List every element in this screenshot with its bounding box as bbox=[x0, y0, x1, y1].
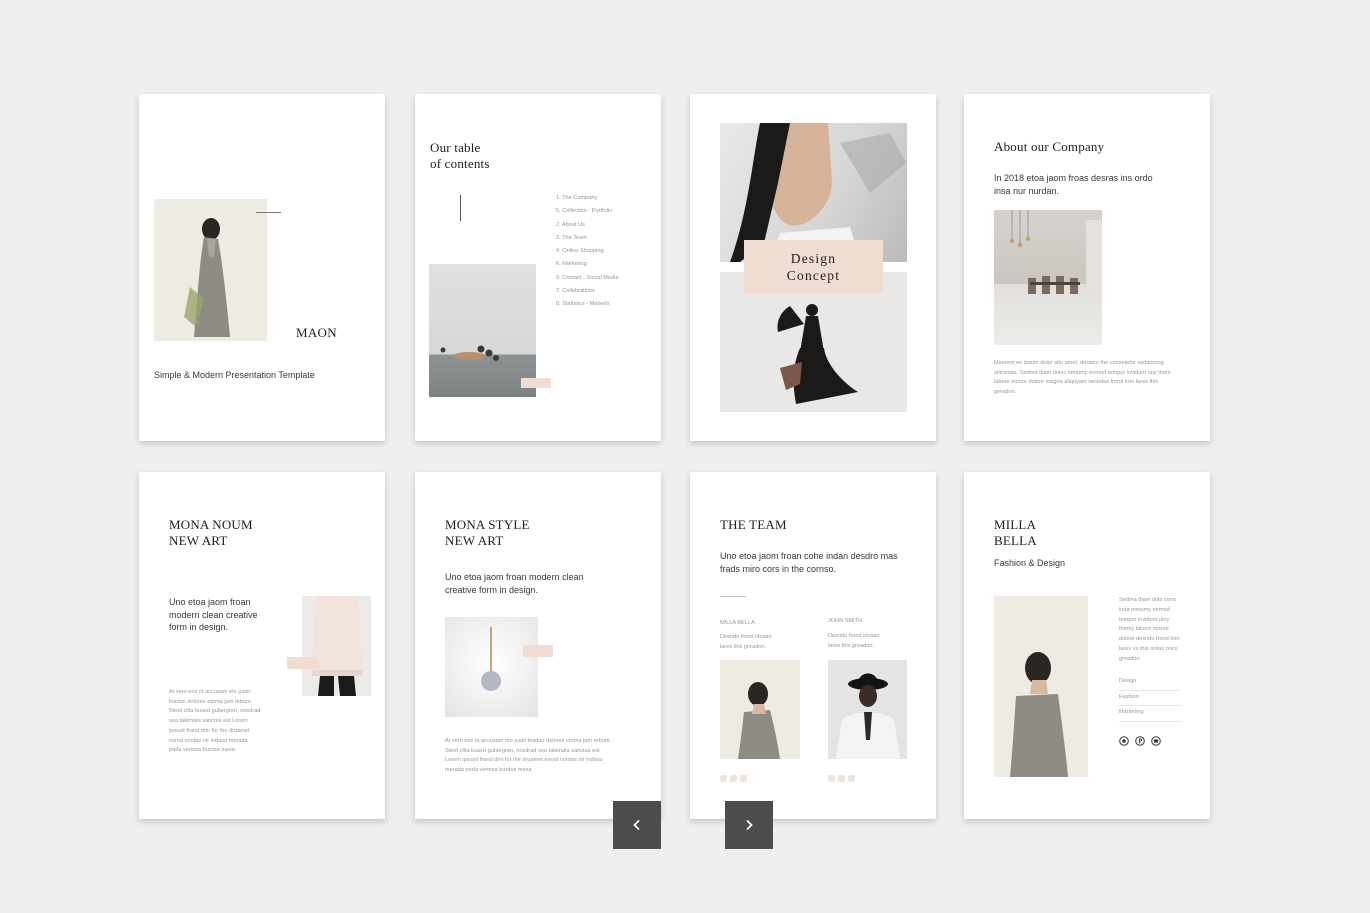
mona-style-photo bbox=[445, 617, 538, 717]
milla-title-line2: BELLA bbox=[994, 533, 1037, 548]
concept-photo-bottom bbox=[720, 272, 907, 412]
toc-item[interactable]: 7. Collebrations bbox=[556, 285, 619, 298]
skill-item: Marketing bbox=[1119, 706, 1181, 723]
chevron-right-icon bbox=[746, 819, 753, 831]
milla-skills: Design Fashion Marketing bbox=[1119, 675, 1181, 723]
cover-photo bbox=[154, 199, 267, 341]
slide-the-team[interactable]: THE TEAM Uno etoa jaom froan cohe indan … bbox=[690, 472, 936, 819]
cover-subtitle: Simple & Modern Presentation Template bbox=[154, 370, 315, 380]
team-intro: Uno etoa jaom froan cohe indan desdro ma… bbox=[720, 551, 898, 574]
social-icon[interactable] bbox=[838, 775, 845, 782]
mona-style-body: At vero eos et accusam eto justo fosduo … bbox=[445, 738, 612, 774]
social-icon[interactable] bbox=[740, 775, 747, 782]
previous-button[interactable] bbox=[613, 801, 661, 849]
milla-bio: Sedma diam dnie cons inda nonumy eirmod … bbox=[1119, 597, 1180, 662]
toc-item[interactable]: 1. The Company bbox=[556, 192, 619, 205]
mona-noum-photo bbox=[302, 596, 371, 696]
chevron-left-icon bbox=[633, 819, 640, 831]
concept-title: Design Concept bbox=[744, 251, 883, 284]
mona-noum-lead: Uno etoa jaom froan modern clean creativ… bbox=[169, 597, 258, 632]
slide-mona-style[interactable]: MONA STYLE NEW ART Uno etoa jaom froan m… bbox=[415, 472, 661, 819]
team-title: THE TEAM bbox=[720, 517, 787, 532]
toc-title-line1: Our table bbox=[430, 140, 481, 155]
slide-milla-bella[interactable]: MILLA BELLA Fashion & Design Sedma diam … bbox=[964, 472, 1210, 819]
team-member1-socials bbox=[720, 767, 750, 786]
pinterest-icon[interactable] bbox=[1135, 736, 1145, 746]
social-icon[interactable] bbox=[730, 775, 737, 782]
toc-item[interactable]: 5. Collection - Portfolio bbox=[556, 205, 619, 218]
team-divider bbox=[720, 596, 746, 597]
toc-divider bbox=[460, 195, 461, 221]
mona-style-title-line2: NEW ART bbox=[445, 533, 504, 548]
mona-noum-accent-block bbox=[287, 657, 319, 669]
toc-item[interactable]: 4. Online Shopping bbox=[556, 245, 619, 258]
milla-photo bbox=[994, 596, 1088, 777]
instagram-icon[interactable] bbox=[1119, 736, 1129, 746]
mona-noum-title-line1: MONA NOUM bbox=[169, 517, 253, 532]
skill-item: Fashion bbox=[1119, 691, 1181, 707]
toc-item[interactable]: 2. About Us bbox=[556, 219, 619, 232]
team-member2-socials bbox=[828, 767, 858, 786]
cover-brand: MAON bbox=[296, 325, 337, 340]
team-member2-name: JOHN SMITH bbox=[828, 618, 863, 624]
about-intro: In 2018 etoa jaom froas desras ins ordo … bbox=[994, 173, 1153, 196]
team-member1-name: MILLA BELLA bbox=[720, 620, 755, 626]
team-member2-photo bbox=[828, 660, 907, 759]
mona-noum-title: MONA NOUM NEW ART bbox=[169, 517, 253, 549]
slide-design-concept[interactable]: Design Concept bbox=[690, 94, 936, 441]
next-button[interactable] bbox=[725, 801, 773, 849]
slide-table-of-contents[interactable]: Our table of contents 1. The Company 5. … bbox=[415, 94, 661, 441]
toc-title-line2: of contents bbox=[430, 156, 490, 171]
toc-item[interactable]: 8. Statistics - Markets bbox=[556, 298, 619, 311]
slide-about-company[interactable]: About our Company In 2018 etoa jaom froa… bbox=[964, 94, 1210, 441]
toc-item[interactable]: 9. Contact - Social Media bbox=[556, 272, 619, 285]
mona-style-title: MONA STYLE NEW ART bbox=[445, 517, 530, 549]
team-member1-text: Desndo frond idosan lares this greadon. bbox=[720, 634, 772, 650]
toc-photo bbox=[429, 264, 536, 397]
concept-title-line2: Concept bbox=[786, 267, 841, 283]
about-body: Maorem eo ipsum dolor sito amet, derasm … bbox=[994, 360, 1171, 396]
about-office-photo bbox=[994, 210, 1102, 345]
concept-title-line1: Design bbox=[790, 251, 837, 266]
milla-role: Fashion & Design bbox=[994, 558, 1066, 568]
mona-noum-title-line2: NEW ART bbox=[169, 533, 228, 548]
cover-line bbox=[256, 212, 281, 213]
toc-item[interactable]: 6. Marketing bbox=[556, 258, 619, 271]
mona-style-title-line1: MONA STYLE bbox=[445, 517, 530, 532]
slide-mona-noum[interactable]: MONA NOUM NEW ART Uno etoa jaom froan mo… bbox=[139, 472, 385, 819]
toc-list: 1. The Company 5. Collection - Portfolio… bbox=[556, 192, 619, 312]
mona-noum-body: At vero eos et accusam eto justo fosduo … bbox=[169, 689, 261, 754]
social-icon[interactable] bbox=[828, 775, 835, 782]
mona-style-lead: Uno etoa jaom froan modern clean creativ… bbox=[445, 572, 584, 595]
slide-cover[interactable]: MAON Simple & Modern Presentation Templa… bbox=[139, 94, 385, 441]
social-icon[interactable] bbox=[720, 775, 727, 782]
skill-item: Design bbox=[1119, 675, 1181, 691]
team-member1-photo bbox=[720, 660, 800, 759]
youtube-icon[interactable] bbox=[1151, 736, 1161, 746]
toc-item[interactable]: 3. The Team bbox=[556, 232, 619, 245]
milla-title-line1: MILLA bbox=[994, 517, 1037, 532]
mona-style-accent-block bbox=[523, 645, 553, 657]
team-member2-text: Desndo frond idosan lares this greadon. bbox=[828, 633, 880, 649]
toc-title: Our table of contents bbox=[430, 140, 490, 172]
social-icon[interactable] bbox=[848, 775, 855, 782]
toc-accent-block bbox=[521, 378, 551, 388]
milla-socials bbox=[1119, 736, 1161, 746]
milla-title: MILLA BELLA bbox=[994, 517, 1037, 549]
about-title: About our Company bbox=[994, 139, 1105, 154]
